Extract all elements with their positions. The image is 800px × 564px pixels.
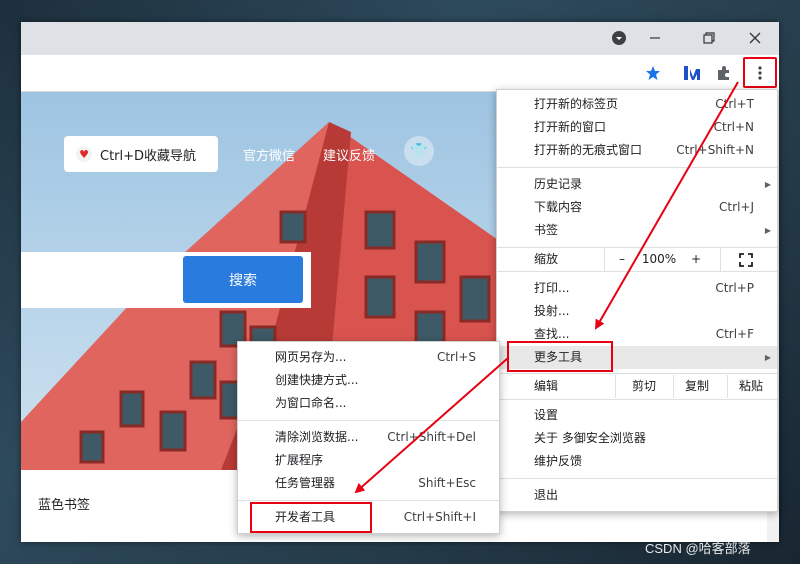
menu-item-shortcut: Ctrl+Shift+N — [676, 143, 754, 157]
zoom-label: 缩放 — [534, 252, 559, 266]
menu-item-label: 打开新的窗口 — [534, 120, 607, 134]
menu-item-label: 书签 — [534, 223, 559, 237]
menu-item-shortcut: Shift+Esc — [418, 476, 476, 490]
copy-button[interactable]: 复制 — [675, 375, 719, 398]
menu-item-label: 扩展程序 — [275, 453, 324, 467]
close-icon[interactable] — [741, 26, 769, 50]
cut-button[interactable]: 剪切 — [621, 375, 667, 398]
menu-divider — [615, 375, 616, 398]
menu-item-label: 下载内容 — [534, 200, 583, 214]
menu-item-label: 设置 — [534, 408, 559, 422]
menu-item-label: 清除浏览数据... — [275, 430, 359, 444]
fullscreen-icon[interactable] — [733, 248, 759, 271]
menu-item-shortcut: Ctrl+F — [715, 327, 754, 341]
chevron-right-icon: ▶ — [764, 180, 771, 189]
nav-pill-label: Ctrl+D收藏导航 — [100, 148, 197, 164]
menu-item-label: 为窗口命名... — [275, 396, 347, 410]
menu-divider — [604, 248, 605, 271]
menu-item-shortcut: Ctrl+T — [715, 97, 754, 111]
menu-item-shortcut: Ctrl+J — [719, 200, 754, 214]
menu-item-new-tab[interactable]: 打开新的标签页 Ctrl+T — [497, 93, 777, 116]
tab-search-icon[interactable] — [605, 26, 633, 50]
menu-item-label: 创建快捷方式... — [275, 373, 359, 387]
menu-item-cast[interactable]: 投射... — [497, 300, 777, 323]
submenu-item-task-manager[interactable]: 任务管理器 Shift+Esc — [238, 472, 499, 495]
menu-divider — [497, 399, 777, 400]
menu-item-settings[interactable]: 设置 — [497, 404, 777, 427]
menu-divider — [673, 375, 674, 398]
star-icon[interactable] — [640, 60, 666, 86]
menu-item-bookmarks[interactable]: 书签 ▶ — [497, 219, 777, 242]
bookmark-nav-pill[interactable]: ♥ Ctrl+D收藏导航 — [64, 136, 218, 172]
menu-divider — [497, 271, 777, 272]
nav-link-feedback[interactable]: 建议反馈 — [323, 145, 375, 164]
menu-divider — [727, 375, 728, 398]
toolbar — [21, 55, 779, 92]
nav-link-wechat[interactable]: 官方微信 — [243, 145, 295, 164]
menu-button-highlight-box — [743, 57, 777, 88]
menu-item-label: 打印... — [534, 281, 570, 295]
title-bar — [21, 22, 779, 55]
menu-divider — [497, 478, 777, 479]
menu-item-label: 网页另存为... — [275, 350, 347, 364]
menu-divider — [497, 167, 777, 168]
more-tools-highlight-box — [507, 341, 613, 372]
menu-item-incognito[interactable]: 打开新的无痕式窗口 Ctrl+Shift+N — [497, 139, 777, 162]
menu-item-exit[interactable]: 退出 — [497, 484, 777, 507]
menu-item-history[interactable]: 历史记录 ▶ — [497, 173, 777, 196]
shirt-icon[interactable]: 👕 — [404, 136, 434, 166]
menu-item-new-window[interactable]: 打开新的窗口 Ctrl+N — [497, 116, 777, 139]
menu-item-label: 打开新的无痕式窗口 — [534, 143, 643, 157]
zoom-out-button[interactable]: – — [609, 248, 635, 271]
menu-item-label: 维护反馈 — [534, 454, 583, 468]
more-tools-submenu: 网页另存为... Ctrl+S 创建快捷方式... 为窗口命名... 清除浏览数… — [237, 341, 500, 534]
edit-label: 编辑 — [534, 379, 559, 393]
menu-item-shortcut: Ctrl+P — [715, 281, 754, 295]
menu-item-print[interactable]: 打印... Ctrl+P — [497, 277, 777, 300]
devtools-highlight-box — [250, 502, 372, 533]
zoom-level: 100% — [641, 252, 677, 266]
menu-item-label: 退出 — [534, 488, 559, 502]
menu-item-shortcut: Ctrl+Shift+I — [403, 510, 476, 524]
extension-app-icon[interactable] — [679, 60, 705, 86]
paste-button[interactable]: 粘贴 — [729, 375, 773, 398]
minimize-icon[interactable] — [641, 26, 669, 50]
menu-item-label: 投射... — [534, 304, 570, 318]
menu-item-about[interactable]: 关于 多御安全浏览器 — [497, 427, 777, 450]
menu-item-shortcut: Ctrl+Shift+Del — [387, 430, 476, 444]
submenu-item-name-window[interactable]: 为窗口命名... — [238, 392, 499, 415]
menu-edit-row: 编辑 剪切 复制 粘贴 — [497, 375, 777, 398]
submenu-item-extensions[interactable]: 扩展程序 — [238, 449, 499, 472]
search-button[interactable]: 搜索 — [183, 256, 303, 303]
menu-item-feedback[interactable]: 维护反馈 — [497, 450, 777, 473]
watermark: CSDN @哈客部落 — [645, 541, 751, 556]
zoom-in-button[interactable]: + — [683, 248, 709, 271]
puzzle-icon[interactable] — [711, 60, 737, 86]
menu-item-label: 任务管理器 — [275, 476, 336, 490]
browser-main-menu: 打开新的标签页 Ctrl+T 打开新的窗口 Ctrl+N 打开新的无痕式窗口 C… — [496, 89, 778, 512]
menu-zoom-row: 缩放 – 100% + — [497, 248, 777, 271]
menu-divider — [497, 373, 777, 374]
menu-item-shortcut: Ctrl+N — [713, 120, 754, 134]
menu-item-shortcut: Ctrl+S — [436, 350, 476, 364]
submenu-item-create-shortcut[interactable]: 创建快捷方式... — [238, 369, 499, 392]
menu-divider — [238, 420, 499, 421]
restore-icon[interactable] — [695, 26, 723, 50]
submenu-item-save-page[interactable]: 网页另存为... Ctrl+S — [238, 346, 499, 369]
menu-divider — [720, 248, 721, 271]
menu-item-label: 关于 多御安全浏览器 — [534, 431, 646, 445]
submenu-item-clear-data[interactable]: 清除浏览数据... Ctrl+Shift+Del — [238, 426, 499, 449]
menu-item-downloads[interactable]: 下载内容 Ctrl+J — [497, 196, 777, 219]
menu-divider — [238, 500, 499, 501]
heart-icon: ♥ — [76, 146, 92, 162]
menu-item-label: 打开新的标签页 — [534, 97, 619, 111]
chevron-right-icon: ▶ — [764, 353, 771, 362]
menu-item-label: 历史记录 — [534, 177, 583, 191]
bookmark-label[interactable]: 蓝色书签 — [38, 494, 90, 513]
chevron-right-icon: ▶ — [764, 226, 771, 235]
